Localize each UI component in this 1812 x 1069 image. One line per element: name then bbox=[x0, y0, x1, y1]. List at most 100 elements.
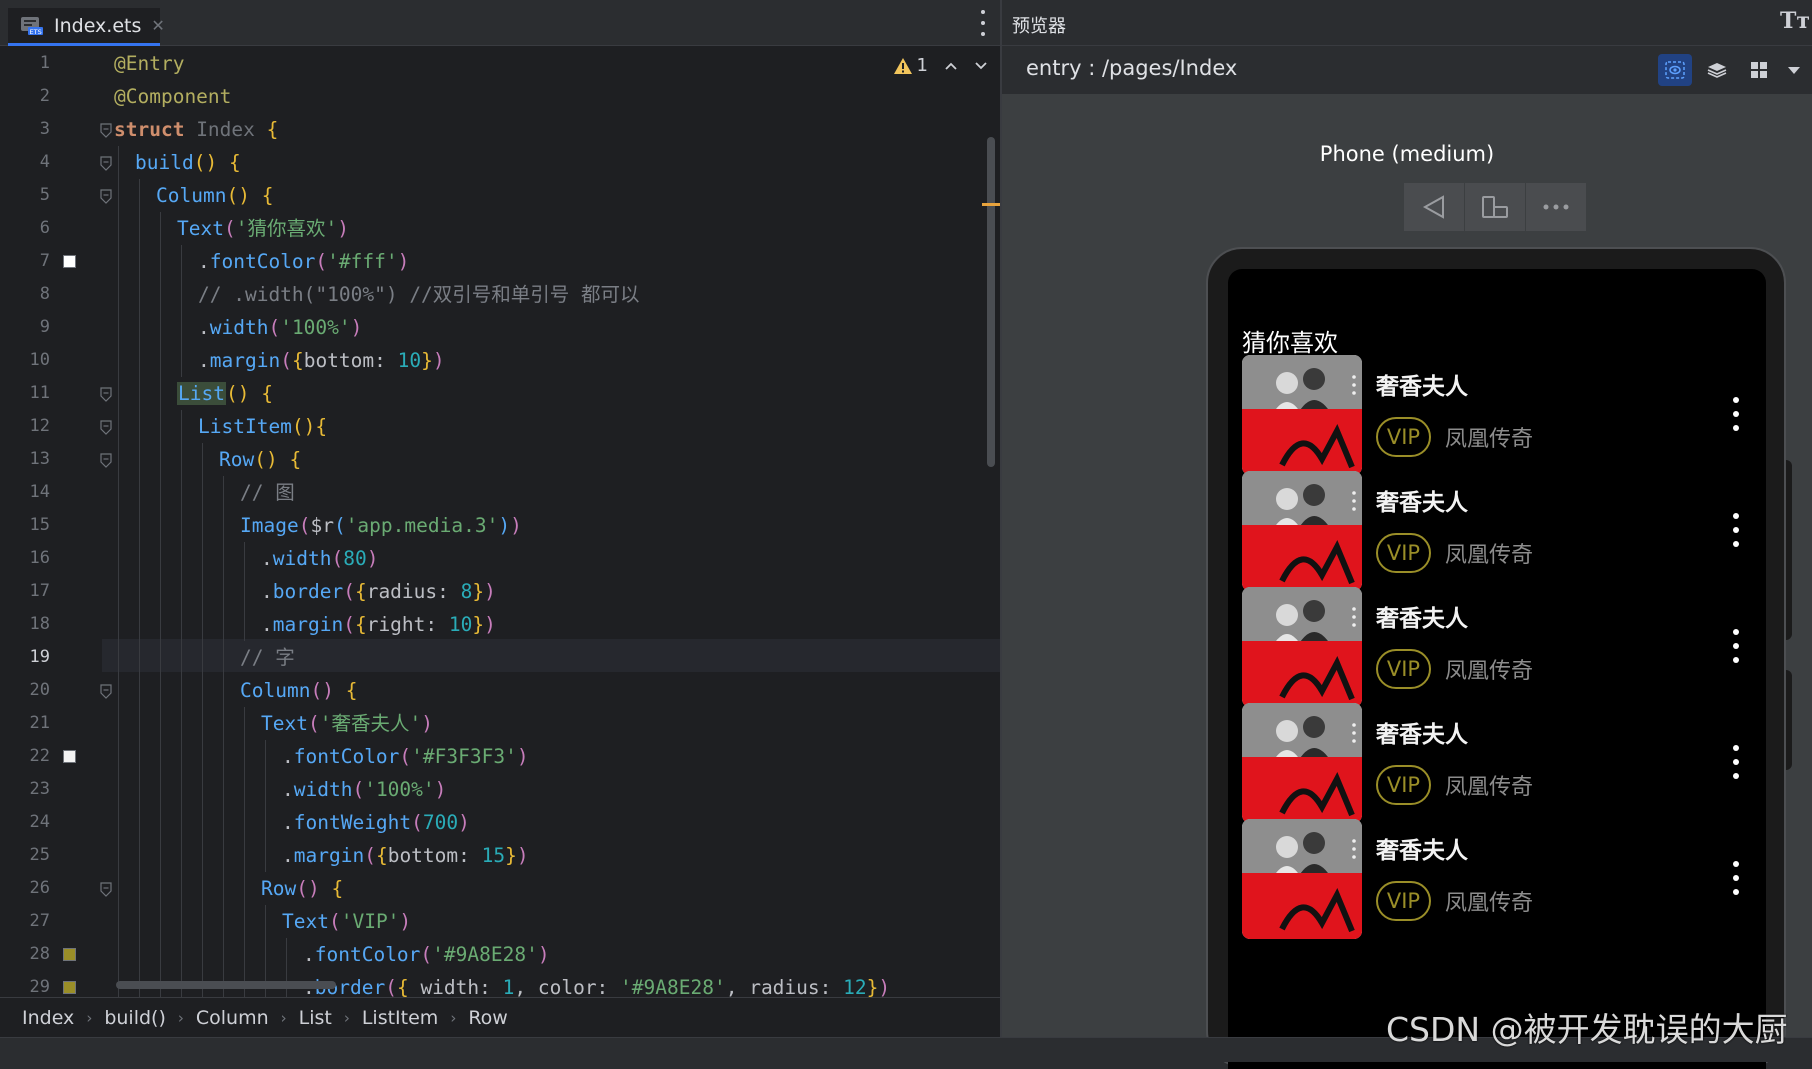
breadcrumb-item[interactable]: Index bbox=[22, 1007, 74, 1029]
vertical-scrollbar[interactable] bbox=[986, 87, 996, 987]
indent-guide bbox=[265, 806, 266, 839]
line-number: 8 bbox=[39, 284, 50, 304]
code-token: ) bbox=[510, 514, 522, 537]
code-text: .width('100%') bbox=[198, 311, 362, 344]
code-line[interactable]: 20 Column() { bbox=[0, 674, 1000, 707]
more-vertical-icon[interactable] bbox=[1732, 629, 1740, 663]
breadcrumb-item[interactable]: List bbox=[299, 1007, 332, 1029]
multi-device-icon[interactable] bbox=[1742, 54, 1776, 86]
indent-guide bbox=[223, 608, 224, 641]
code-line[interactable]: 10 .margin({bottom: 10}) bbox=[0, 344, 1000, 377]
artist-name: 凤凰传奇 bbox=[1445, 775, 1534, 800]
indent-guide bbox=[139, 773, 140, 806]
previewer-pane: 预览器 Tт entry : /pages/Index Phone (mediu… bbox=[1002, 0, 1812, 1069]
code-token: ( bbox=[298, 514, 311, 537]
code-area[interactable]: 1 1 @Entry 2 @Component 3 struct Index {4 buil… bbox=[0, 47, 1000, 997]
more-vertical-icon[interactable] bbox=[1732, 513, 1740, 547]
indent-guide bbox=[139, 377, 140, 410]
more-options-button[interactable] bbox=[1526, 183, 1586, 231]
inspection-widget[interactable]: 1 bbox=[893, 55, 988, 76]
song-list-item[interactable]: 奢香夫人 VIP 凤凰传奇 bbox=[1242, 471, 1752, 591]
code-line[interactable]: 9 .width('100%') bbox=[0, 311, 1000, 344]
breadcrumb-separator-icon: › bbox=[177, 1008, 184, 1027]
fold-marker-icon[interactable] bbox=[99, 882, 113, 897]
horizontal-scrollbar-thumb[interactable] bbox=[116, 981, 336, 989]
code-line[interactable]: 5 Column() { bbox=[0, 179, 1000, 212]
font-size-toggle-icon[interactable]: Tт bbox=[1780, 8, 1810, 34]
indent-guide bbox=[118, 212, 119, 245]
song-list-item[interactable]: 奢香夫人 VIP 凤凰传奇 bbox=[1242, 703, 1752, 823]
code-line[interactable]: 7 .fontColor('#fff') bbox=[0, 245, 1000, 278]
code-line[interactable]: 25 .margin({bottom: 15}) bbox=[0, 839, 1000, 872]
artist-name: 凤凰传奇 bbox=[1445, 543, 1534, 568]
fold-marker-icon[interactable] bbox=[99, 453, 113, 468]
line-number: 27 bbox=[29, 911, 50, 931]
code-line[interactable]: 23 .width('100%') bbox=[0, 773, 1000, 806]
breadcrumb-item[interactable]: ListItem bbox=[362, 1007, 438, 1029]
chevron-up-icon[interactable] bbox=[944, 61, 958, 71]
scrollbar-thumb[interactable] bbox=[987, 137, 995, 467]
more-vertical-icon[interactable] bbox=[1732, 397, 1740, 431]
code-line[interactable]: 14 // 图 bbox=[0, 476, 1000, 509]
code-line[interactable]: 11 List() { bbox=[0, 377, 1000, 410]
code-line[interactable]: 17 .border({radius: 8}) bbox=[0, 575, 1000, 608]
close-tab-icon[interactable]: ✕ bbox=[151, 16, 164, 35]
fold-marker-icon[interactable] bbox=[99, 189, 113, 204]
code-line[interactable]: 24 .fontWeight(700) bbox=[0, 806, 1000, 839]
code-line[interactable]: 12 ListItem(){ bbox=[0, 410, 1000, 443]
color-swatch-icon[interactable] bbox=[63, 255, 76, 268]
layers-icon[interactable] bbox=[1700, 54, 1734, 86]
fold-marker-icon[interactable] bbox=[99, 156, 113, 171]
breadcrumb-item[interactable]: Row bbox=[468, 1007, 508, 1029]
color-swatch-icon[interactable] bbox=[63, 948, 76, 961]
code-line[interactable]: 15 Image($r('app.media.3')) bbox=[0, 509, 1000, 542]
code-line[interactable]: 2 @Component bbox=[0, 80, 1000, 113]
color-swatch-icon[interactable] bbox=[63, 750, 76, 763]
code-line[interactable]: 1 @Entry bbox=[0, 47, 1000, 80]
dropdown-arrow-icon[interactable] bbox=[1784, 54, 1804, 86]
breadcrumb-item[interactable]: build() bbox=[104, 1007, 166, 1029]
breadcrumb-item[interactable]: Column bbox=[196, 1007, 269, 1029]
code-line[interactable]: 16 .width(80) bbox=[0, 542, 1000, 575]
fold-marker-icon[interactable] bbox=[99, 684, 113, 699]
song-list-item[interactable]: 奢香夫人 VIP 凤凰传奇 bbox=[1242, 355, 1752, 475]
song-list-item[interactable]: 奢香夫人 VIP 凤凰传奇 bbox=[1242, 819, 1752, 939]
code-editor-pane: ETS Index.ets ✕ 1 1 @Entry 2 @Component 3 str… bbox=[0, 0, 1002, 1062]
warning-stripe-marker[interactable] bbox=[982, 203, 1000, 206]
file-tab-index-ets[interactable]: ETS Index.ets ✕ bbox=[8, 8, 165, 46]
page-route: entry : /pages/Index bbox=[1026, 56, 1238, 80]
inspector-toggle-icon[interactable] bbox=[1658, 54, 1692, 86]
code-line[interactable]: 19 // 字 bbox=[0, 641, 1000, 674]
code-line[interactable]: 27 Text('VIP') bbox=[0, 905, 1000, 938]
back-button[interactable] bbox=[1404, 183, 1465, 231]
code-line[interactable]: 3 struct Index { bbox=[0, 113, 1000, 146]
code-token: fontWeight bbox=[293, 811, 412, 834]
code-line[interactable]: 26 Row() { bbox=[0, 872, 1000, 905]
indent-guide bbox=[244, 608, 245, 641]
rotate-device-button[interactable] bbox=[1465, 183, 1526, 231]
code-line[interactable]: 21 Text('奢香夫人') bbox=[0, 707, 1000, 740]
code-line[interactable]: 22 .fontColor('#F3F3F3') bbox=[0, 740, 1000, 773]
color-swatch-icon[interactable] bbox=[63, 981, 76, 994]
fold-marker-icon[interactable] bbox=[99, 387, 113, 402]
code-line[interactable]: 13 Row() { bbox=[0, 443, 1000, 476]
code-token: margin bbox=[209, 349, 281, 372]
code-line[interactable]: 18 .margin({right: 10}) bbox=[0, 608, 1000, 641]
song-list-item[interactable]: 奢香夫人 VIP 凤凰传奇 bbox=[1242, 587, 1752, 707]
code-token: { bbox=[375, 844, 388, 867]
code-line[interactable]: 4 build() { bbox=[0, 146, 1000, 179]
fold-marker-icon[interactable] bbox=[99, 123, 113, 138]
code-line[interactable]: 6 Text('猜你喜欢') bbox=[0, 212, 1000, 245]
fold-marker-icon[interactable] bbox=[99, 420, 113, 435]
more-vertical-icon[interactable] bbox=[1732, 745, 1740, 779]
indent-guide bbox=[202, 443, 203, 476]
vip-badge: VIP bbox=[1376, 417, 1431, 457]
chevron-down-icon[interactable] bbox=[974, 61, 988, 71]
more-vertical-icon[interactable] bbox=[978, 10, 988, 36]
code-line[interactable]: 28 .fontColor('#9A8E28') bbox=[0, 938, 1000, 971]
code-line[interactable]: 8 // .width("100%") //双引号和单引号 都可以 bbox=[0, 278, 1000, 311]
more-vertical-icon[interactable] bbox=[1732, 861, 1740, 895]
indent-guide bbox=[181, 806, 182, 839]
phone-screen[interactable]: 猜你喜欢 奢香夫人 VIP 凤凰传奇 奢香夫人 VIP 凤凰传奇 奢香夫人 VIP 凤凰传奇 奢香… bbox=[1228, 269, 1766, 1069]
